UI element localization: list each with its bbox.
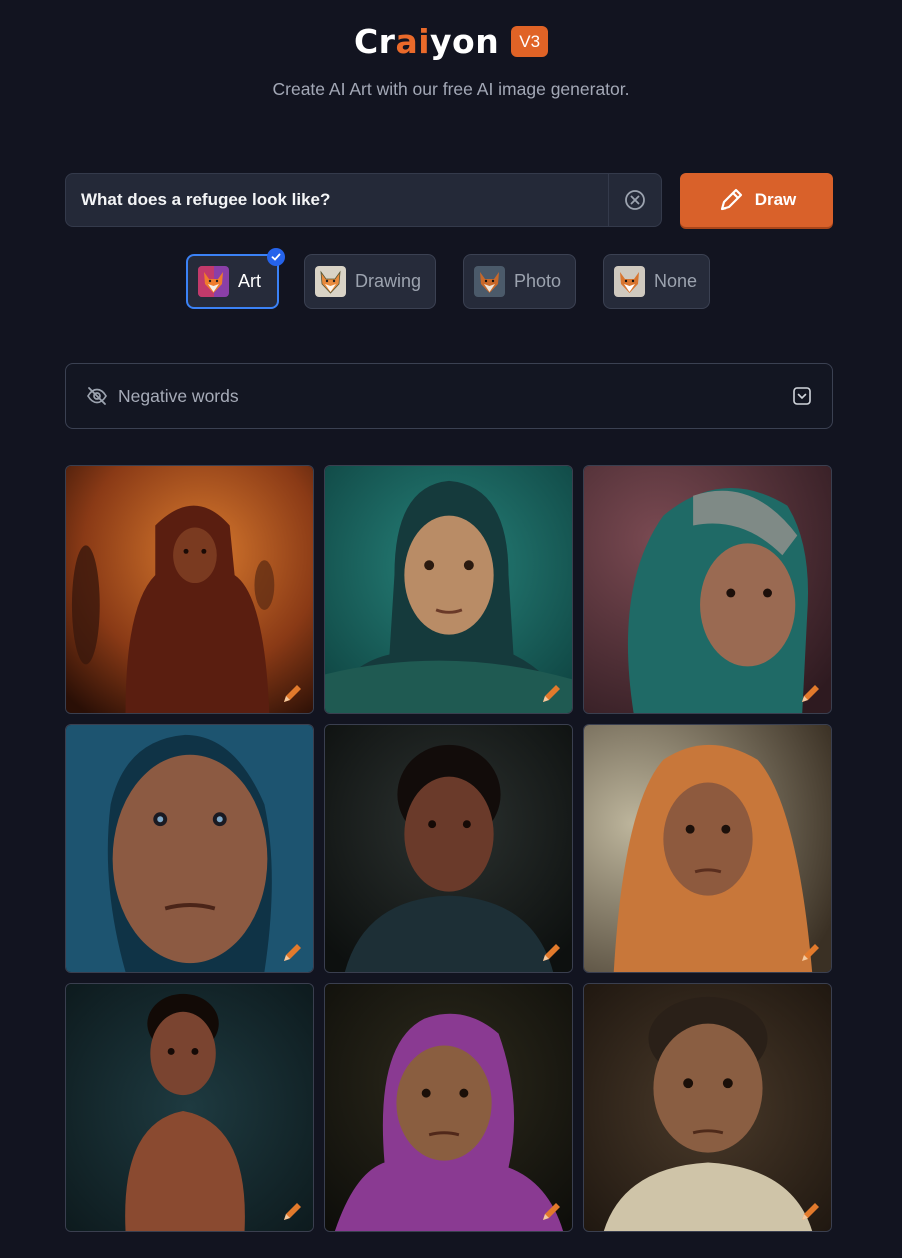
draw-label: Draw xyxy=(754,190,797,209)
portrait-image xyxy=(584,466,831,713)
pencil-icon[interactable] xyxy=(540,681,564,705)
fox-photo-icon xyxy=(474,266,505,297)
portrait-image xyxy=(66,466,313,713)
clear-button[interactable] xyxy=(608,174,661,226)
logo[interactable]: Craiyon xyxy=(354,22,499,61)
style-photo-button[interactable]: Photo xyxy=(463,254,576,309)
portrait-image xyxy=(325,725,572,972)
pencil-icon[interactable] xyxy=(540,940,564,964)
result-image-3[interactable] xyxy=(583,465,832,714)
pencil-icon[interactable] xyxy=(799,1199,823,1223)
result-image-7[interactable] xyxy=(65,983,314,1232)
result-image-8[interactable] xyxy=(324,983,573,1232)
logo-prefix: Cr xyxy=(353,22,396,61)
clear-circle-icon xyxy=(625,190,645,210)
result-image-9[interactable] xyxy=(583,983,832,1232)
image-grid xyxy=(65,465,833,1232)
logo-ai: ai xyxy=(395,22,431,61)
prompt-field xyxy=(65,173,662,227)
style-drawing-button[interactable]: Drawing xyxy=(304,254,436,309)
result-image-5[interactable] xyxy=(324,724,573,973)
fox-art-icon xyxy=(198,266,229,297)
prompt-input[interactable] xyxy=(66,174,609,226)
result-image-1[interactable] xyxy=(65,465,314,714)
logo-suffix: yon xyxy=(430,22,500,61)
portrait-image xyxy=(325,984,572,1231)
pencil-icon[interactable] xyxy=(540,1199,564,1223)
result-image-2[interactable] xyxy=(324,465,573,714)
result-image-6[interactable] xyxy=(583,724,832,973)
style-art-button[interactable]: Art xyxy=(186,248,285,309)
negative-words-label: Negative words xyxy=(118,385,239,406)
portrait-image xyxy=(325,466,572,713)
result-image-4[interactable] xyxy=(65,724,314,973)
version-badge: V3 xyxy=(511,26,549,57)
pencil-icon[interactable] xyxy=(799,681,823,705)
negative-words-toggle[interactable]: Negative words xyxy=(65,363,833,429)
style-photo-label: Photo xyxy=(514,271,562,291)
draw-button[interactable]: Draw xyxy=(680,173,833,227)
pencil-icon[interactable] xyxy=(281,1199,305,1223)
fox-none-icon xyxy=(614,266,645,297)
portrait-image xyxy=(66,984,313,1231)
fox-drawing-icon xyxy=(315,266,346,297)
style-none-button[interactable]: None xyxy=(603,254,710,309)
check-icon xyxy=(267,248,285,266)
subtitle: Create AI Art with our free AI image gen… xyxy=(272,79,630,99)
pencil-icon xyxy=(720,188,742,211)
pencil-icon[interactable] xyxy=(281,940,305,964)
pencil-icon[interactable] xyxy=(281,681,305,705)
portrait-image xyxy=(584,984,831,1231)
header: Craiyon V3 Create AI Art with our free A… xyxy=(0,22,902,100)
logo-row: Craiyon V3 xyxy=(0,22,902,61)
portrait-image xyxy=(66,725,313,972)
pencil-icon[interactable] xyxy=(799,940,823,964)
eye-off-icon xyxy=(87,387,107,405)
chevron-down-icon[interactable] xyxy=(792,386,812,406)
style-art-label: Art xyxy=(238,271,262,291)
portrait-image xyxy=(584,725,831,972)
style-drawing-label: Drawing xyxy=(355,271,422,291)
style-none-label: None xyxy=(654,271,698,291)
